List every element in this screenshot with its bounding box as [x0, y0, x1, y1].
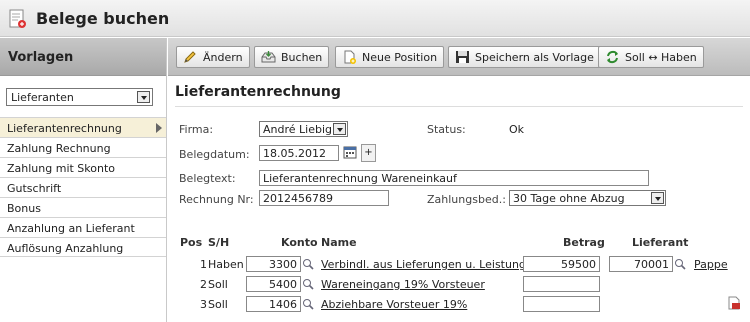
new-position-button-label: Neue Position — [362, 51, 438, 64]
zahlungsbed-label: Zahlungsbed.: — [427, 193, 506, 206]
sidebar-item-label: Bonus — [7, 202, 41, 215]
firma-select[interactable]: André Liebig — [259, 121, 348, 137]
floppy-disk-icon — [456, 51, 469, 63]
swap-button-label: Soll ↔ Haben — [625, 51, 697, 64]
row-pos: 2 — [200, 278, 207, 291]
belegtext-field[interactable]: Lieferantenrechnung Wareneinkauf — [259, 170, 649, 186]
col-header-konto: Konto — [281, 236, 318, 249]
account-name-link[interactable]: Abziehbare Vorsteuer 19% — [321, 298, 467, 311]
sidebar: Vorlagen Lieferanten Lieferantenrechnung… — [0, 38, 167, 322]
sidebar-item-lieferantenrechnung[interactable]: Lieferantenrechnung — [0, 117, 166, 137]
page-title: Lieferantenrechnung — [175, 84, 341, 100]
search-icon[interactable] — [674, 258, 686, 270]
sidebar-item-zahlung-rechnung[interactable]: Zahlung Rechnung — [0, 137, 166, 157]
rechnung-label: Rechnung Nr: — [179, 193, 254, 206]
new-position-button[interactable]: Neue Position — [335, 46, 445, 68]
sidebar-item-bonus[interactable]: Bonus — [0, 197, 166, 217]
swap-debit-credit-button[interactable]: Soll ↔ Haben — [598, 46, 704, 68]
template-category-select[interactable]: Lieferanten — [6, 88, 153, 106]
sidebar-header: Vorlagen — [0, 38, 166, 76]
edit-button[interactable]: Ändern — [176, 46, 250, 68]
col-header-pos: Pos — [180, 236, 203, 249]
row-pos: 1 — [200, 258, 207, 271]
row-sh: Haben — [208, 258, 244, 271]
zahlungsbed-select[interactable]: 30 Tage ohne Abzug — [509, 190, 666, 206]
search-icon[interactable] — [302, 258, 314, 270]
toolbar: Ändern Buchen Neue Position Speichern al… — [168, 38, 750, 76]
sidebar-item-label: Anzahlung an Lieferant — [7, 222, 135, 235]
zahlungsbed-value: 30 Tage ohne Abzug — [513, 192, 625, 205]
account-name-link[interactable]: Verbindl. aus Lieferungen u. Leistungen — [321, 258, 540, 271]
status-value: Ok — [509, 123, 525, 136]
sidebar-item-anzahlung[interactable]: Anzahlung an Lieferant — [0, 217, 166, 237]
lieferant-field[interactable]: 70001 — [609, 256, 673, 272]
sidebar-item-label: Zahlung Rechnung — [7, 142, 111, 155]
status-label: Status: — [427, 123, 466, 136]
sidebar-item-label: Lieferantenrechnung — [7, 122, 122, 135]
rechnung-field[interactable]: 2012456789 — [259, 190, 389, 206]
col-header-lieferant: Lieferant — [632, 236, 689, 249]
konto-field[interactable]: 5400 — [246, 276, 301, 292]
col-header-betrag: Betrag — [563, 236, 605, 249]
app-title: Belege buchen — [36, 9, 170, 28]
title-divider — [175, 106, 743, 107]
firma-value: André Liebig — [263, 123, 332, 136]
sidebar-item-label: Auflösung Anzahlung — [7, 242, 124, 255]
sidebar-item-gutschrift[interactable]: Gutschrift — [0, 177, 166, 197]
template-list: Lieferantenrechnung Zahlung Rechnung Zah… — [0, 117, 166, 257]
betrag-field[interactable]: 59500 — [523, 256, 600, 272]
sidebar-item-label: Gutschrift — [7, 182, 62, 195]
sidebar-item-zahlung-skonto[interactable]: Zahlung mit Skonto — [0, 157, 166, 177]
edit-button-label: Ändern — [203, 51, 243, 64]
save-template-button[interactable]: Speichern als Vorlage — [448, 46, 601, 68]
calendar-icon[interactable] — [343, 145, 357, 159]
pdf-document-icon[interactable] — [727, 296, 741, 310]
row-pos: 3 — [200, 298, 207, 311]
belegtext-label: Belegtext: — [179, 172, 236, 185]
inbox-icon — [261, 51, 276, 63]
betrag-field[interactable] — [523, 276, 600, 292]
book-button[interactable]: Buchen — [254, 46, 330, 68]
row-sh: Soll — [208, 278, 228, 291]
template-category-value: Lieferanten — [11, 91, 74, 104]
col-header-name: Name — [321, 236, 357, 249]
title-bar: Belege buchen — [0, 0, 750, 37]
book-button-label: Buchen — [281, 51, 323, 64]
main-content: Lieferantenrechnung Firma: André Liebig … — [168, 77, 750, 322]
account-name-link[interactable]: Wareneingang 19% Vorsteuer — [321, 278, 485, 291]
col-header-sh: S/H — [208, 236, 230, 249]
supplier-name-link[interactable]: Pappe — [694, 258, 728, 271]
new-document-icon — [344, 50, 356, 64]
sidebar-item-label: Zahlung mit Skonto — [7, 162, 116, 175]
chevron-down-icon[interactable] — [651, 192, 664, 204]
belegdatum-label: Belegdatum: — [179, 148, 250, 161]
chevron-down-icon[interactable] — [333, 123, 346, 135]
save-template-button-label: Speichern als Vorlage — [475, 51, 594, 64]
pencil-icon — [184, 51, 196, 63]
search-icon[interactable] — [302, 298, 314, 310]
belegdatum-field[interactable]: 18.05.2012 — [259, 145, 339, 161]
chevron-down-icon[interactable] — [137, 91, 150, 103]
konto-field[interactable]: 1406 — [246, 296, 301, 312]
row-sh: Soll — [208, 298, 228, 311]
document-pen-icon — [9, 9, 26, 28]
refresh-arrows-icon — [607, 50, 618, 64]
search-icon[interactable] — [302, 278, 314, 290]
add-date-button[interactable]: + — [361, 144, 376, 162]
firma-label: Firma: — [179, 123, 214, 136]
betrag-field[interactable] — [523, 296, 600, 312]
triangle-right-icon — [156, 123, 162, 133]
sidebar-item-aufloesung[interactable]: Auflösung Anzahlung — [0, 237, 166, 257]
konto-field[interactable]: 3300 — [246, 256, 301, 272]
